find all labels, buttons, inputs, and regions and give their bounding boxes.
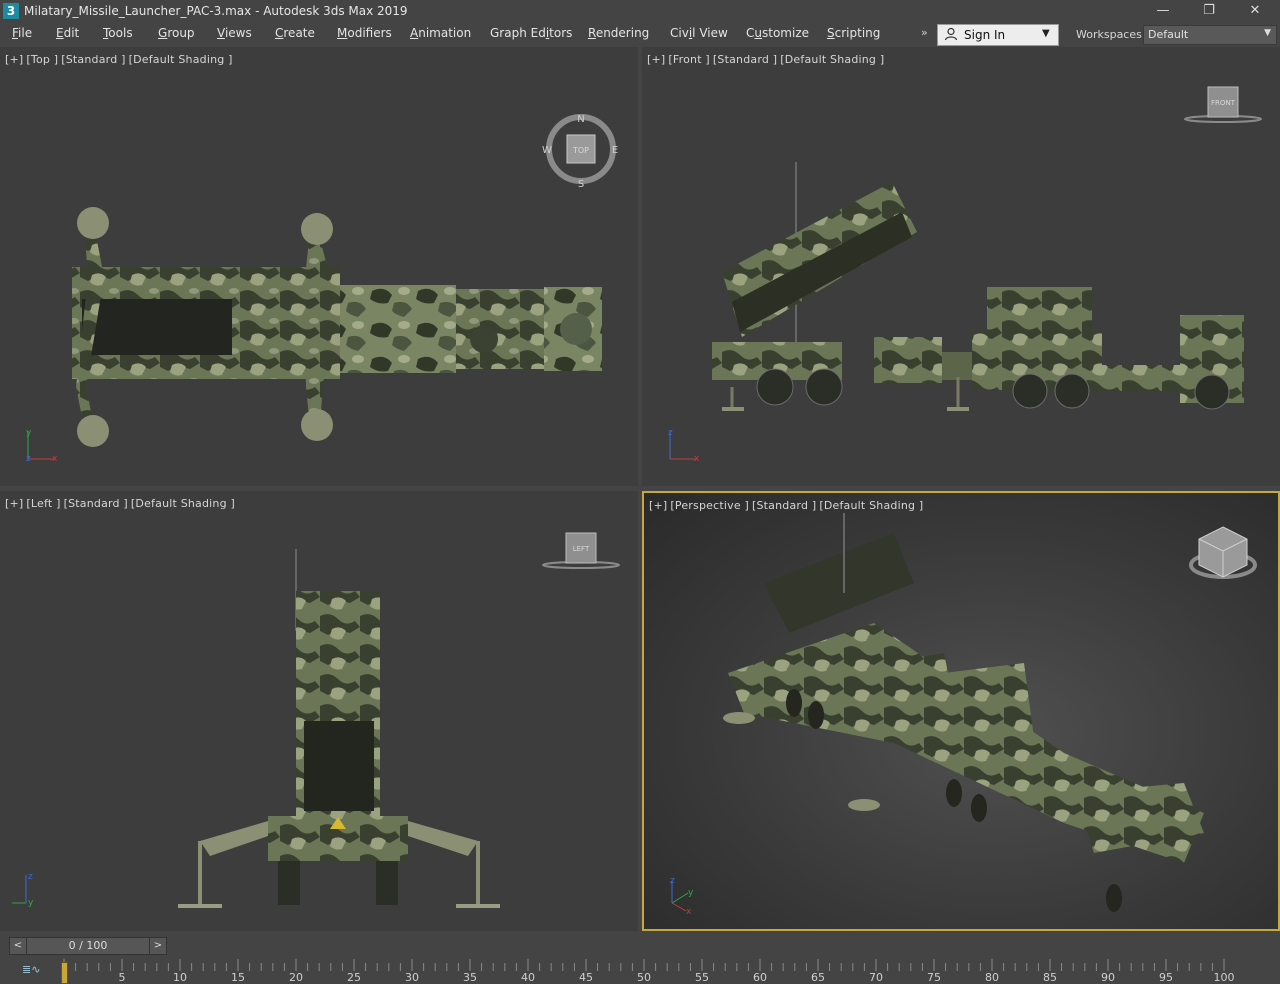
time-slider-frame: 0 / 100 [68,939,108,952]
track-bar-label: 60 [753,971,767,984]
menu-item[interactable]: Customize [746,26,809,40]
workspace-value: Default [1148,28,1189,41]
missile-launcher-front [712,162,1244,411]
track-bar-label: 100 [1213,971,1235,984]
top-view-model: TOP N E S W [72,114,618,447]
track-bar-label: 80 [985,971,999,984]
svg-text:W: W [542,145,552,156]
svg-text:N: N [577,114,584,125]
missile-launcher-perspective [723,513,1204,912]
track-bar-label: 90 [1101,971,1115,984]
sign-in-dropdown[interactable]: Sign In ▼ [937,24,1059,46]
svg-text:y: y [26,428,32,438]
svg-text:TOP: TOP [572,146,589,155]
menu-item[interactable]: Tools [103,26,133,40]
left-view-model: LEFT [178,532,620,908]
viewport-left[interactable]: [+] [Left ] [Standard ] [Default Shading ] … [0,491,638,931]
track-bar-label: 35 [463,971,477,984]
workspaces-label: Workspaces: [1076,28,1146,41]
svg-text:z: z [26,454,31,464]
restore-button[interactable]: ❐ [1186,0,1232,22]
minimize-button[interactable]: — [1140,0,1186,22]
svg-text:x: x [694,454,700,464]
svg-text:S: S [578,179,584,190]
track-bar-label: 5 [118,971,126,984]
svg-text:y: y [28,898,34,908]
track-bar-label: 10 [173,971,187,984]
menu-item[interactable]: Create [275,26,315,40]
svg-text:y: y [688,888,694,898]
missile-launcher-left [178,549,500,908]
track-bar-label: 65 [811,971,825,984]
chevron-down-icon: ▼ [1264,28,1271,38]
window-title: Milatary_Missile_Launcher_PAC-3.max - Au… [24,4,408,18]
perspective-view-model [723,513,1257,912]
chevron-down-icon: ▼ [1042,28,1050,39]
curve-editor-icon[interactable]: ≣∿ [22,963,40,976]
time-slider-prev-button[interactable]: < [9,937,27,955]
missile-launcher-top [72,207,602,447]
time-slider-next-button[interactable]: > [149,937,167,955]
track-bar-ticks [63,959,1225,971]
track-bar-label: 20 [289,971,303,984]
viewcube[interactable] [1189,526,1257,579]
track-bar-label: 50 [637,971,651,984]
track-bar[interactable]: 0510152025303540455055606570758085909510… [40,955,1280,984]
track-bar-label: 30 [405,971,419,984]
close-button[interactable]: ✕ [1232,0,1278,22]
viewcube[interactable]: LEFT [542,532,620,569]
track-bar-label: 70 [869,971,883,984]
svg-text:E: E [612,145,618,156]
menu-item[interactable]: Views [217,26,252,40]
menu-item[interactable]: Civil View [670,26,728,40]
menu-item[interactable]: File [12,26,32,40]
track-bar-label: 45 [579,971,593,984]
viewport-front[interactable]: [+] [Front ] [Standard ] [Default Shading ]… [642,47,1280,486]
viewcube-compass[interactable]: TOP N E S W [542,114,618,190]
svg-text:z: z [28,872,33,882]
menu-item[interactable]: Graph Editors [490,26,572,40]
menu-item[interactable]: Scripting [827,26,880,40]
svg-text:z: z [668,428,673,438]
current-frame-marker[interactable] [61,962,68,984]
track-bar-label: 95 [1159,971,1173,984]
track-bar-label: 40 [521,971,535,984]
workspace-select[interactable]: Default ▼ [1143,25,1277,45]
svg-text:FRONT: FRONT [1211,99,1236,107]
sign-in-label: Sign In [964,28,1006,42]
menu-item[interactable]: Modifiers [337,26,392,40]
track-bar-label: 75 [927,971,941,984]
track-bar-label: 15 [231,971,245,984]
menu-overflow-button[interactable]: » [921,26,928,39]
svg-text:z: z [670,876,675,886]
viewport-perspective[interactable]: [+] [Perspective ] [Standard ] [Default Sha… [642,491,1280,931]
viewcube[interactable]: FRONT [1184,86,1262,123]
track-bar-label: 25 [347,971,361,984]
svg-text:x: x [52,454,58,464]
viewport-top[interactable]: [+] [Top ] [Standard ] [Default Shading ] T… [0,47,638,486]
time-slider-bar: < 0 / 100 > ≣∿ 0510152025303540455055606… [0,931,1280,984]
time-slider[interactable]: 0 / 100 [26,937,150,955]
menu-item[interactable]: Group [158,26,195,40]
track-bar-label: 85 [1043,971,1057,984]
menu-item[interactable]: Animation [410,26,471,40]
track-bar-label: 55 [695,971,709,984]
app-icon[interactable]: 3 [3,3,19,19]
title-bar: 3 Milatary_Missile_Launcher_PAC-3.max - … [0,0,1280,22]
svg-text:x: x [686,907,692,915]
svg-text:LEFT: LEFT [573,545,590,553]
user-icon [944,27,958,41]
front-view-model: FRONT [712,86,1262,411]
menu-item[interactable]: Edit [56,26,79,40]
menu-item[interactable]: Rendering [588,26,649,40]
